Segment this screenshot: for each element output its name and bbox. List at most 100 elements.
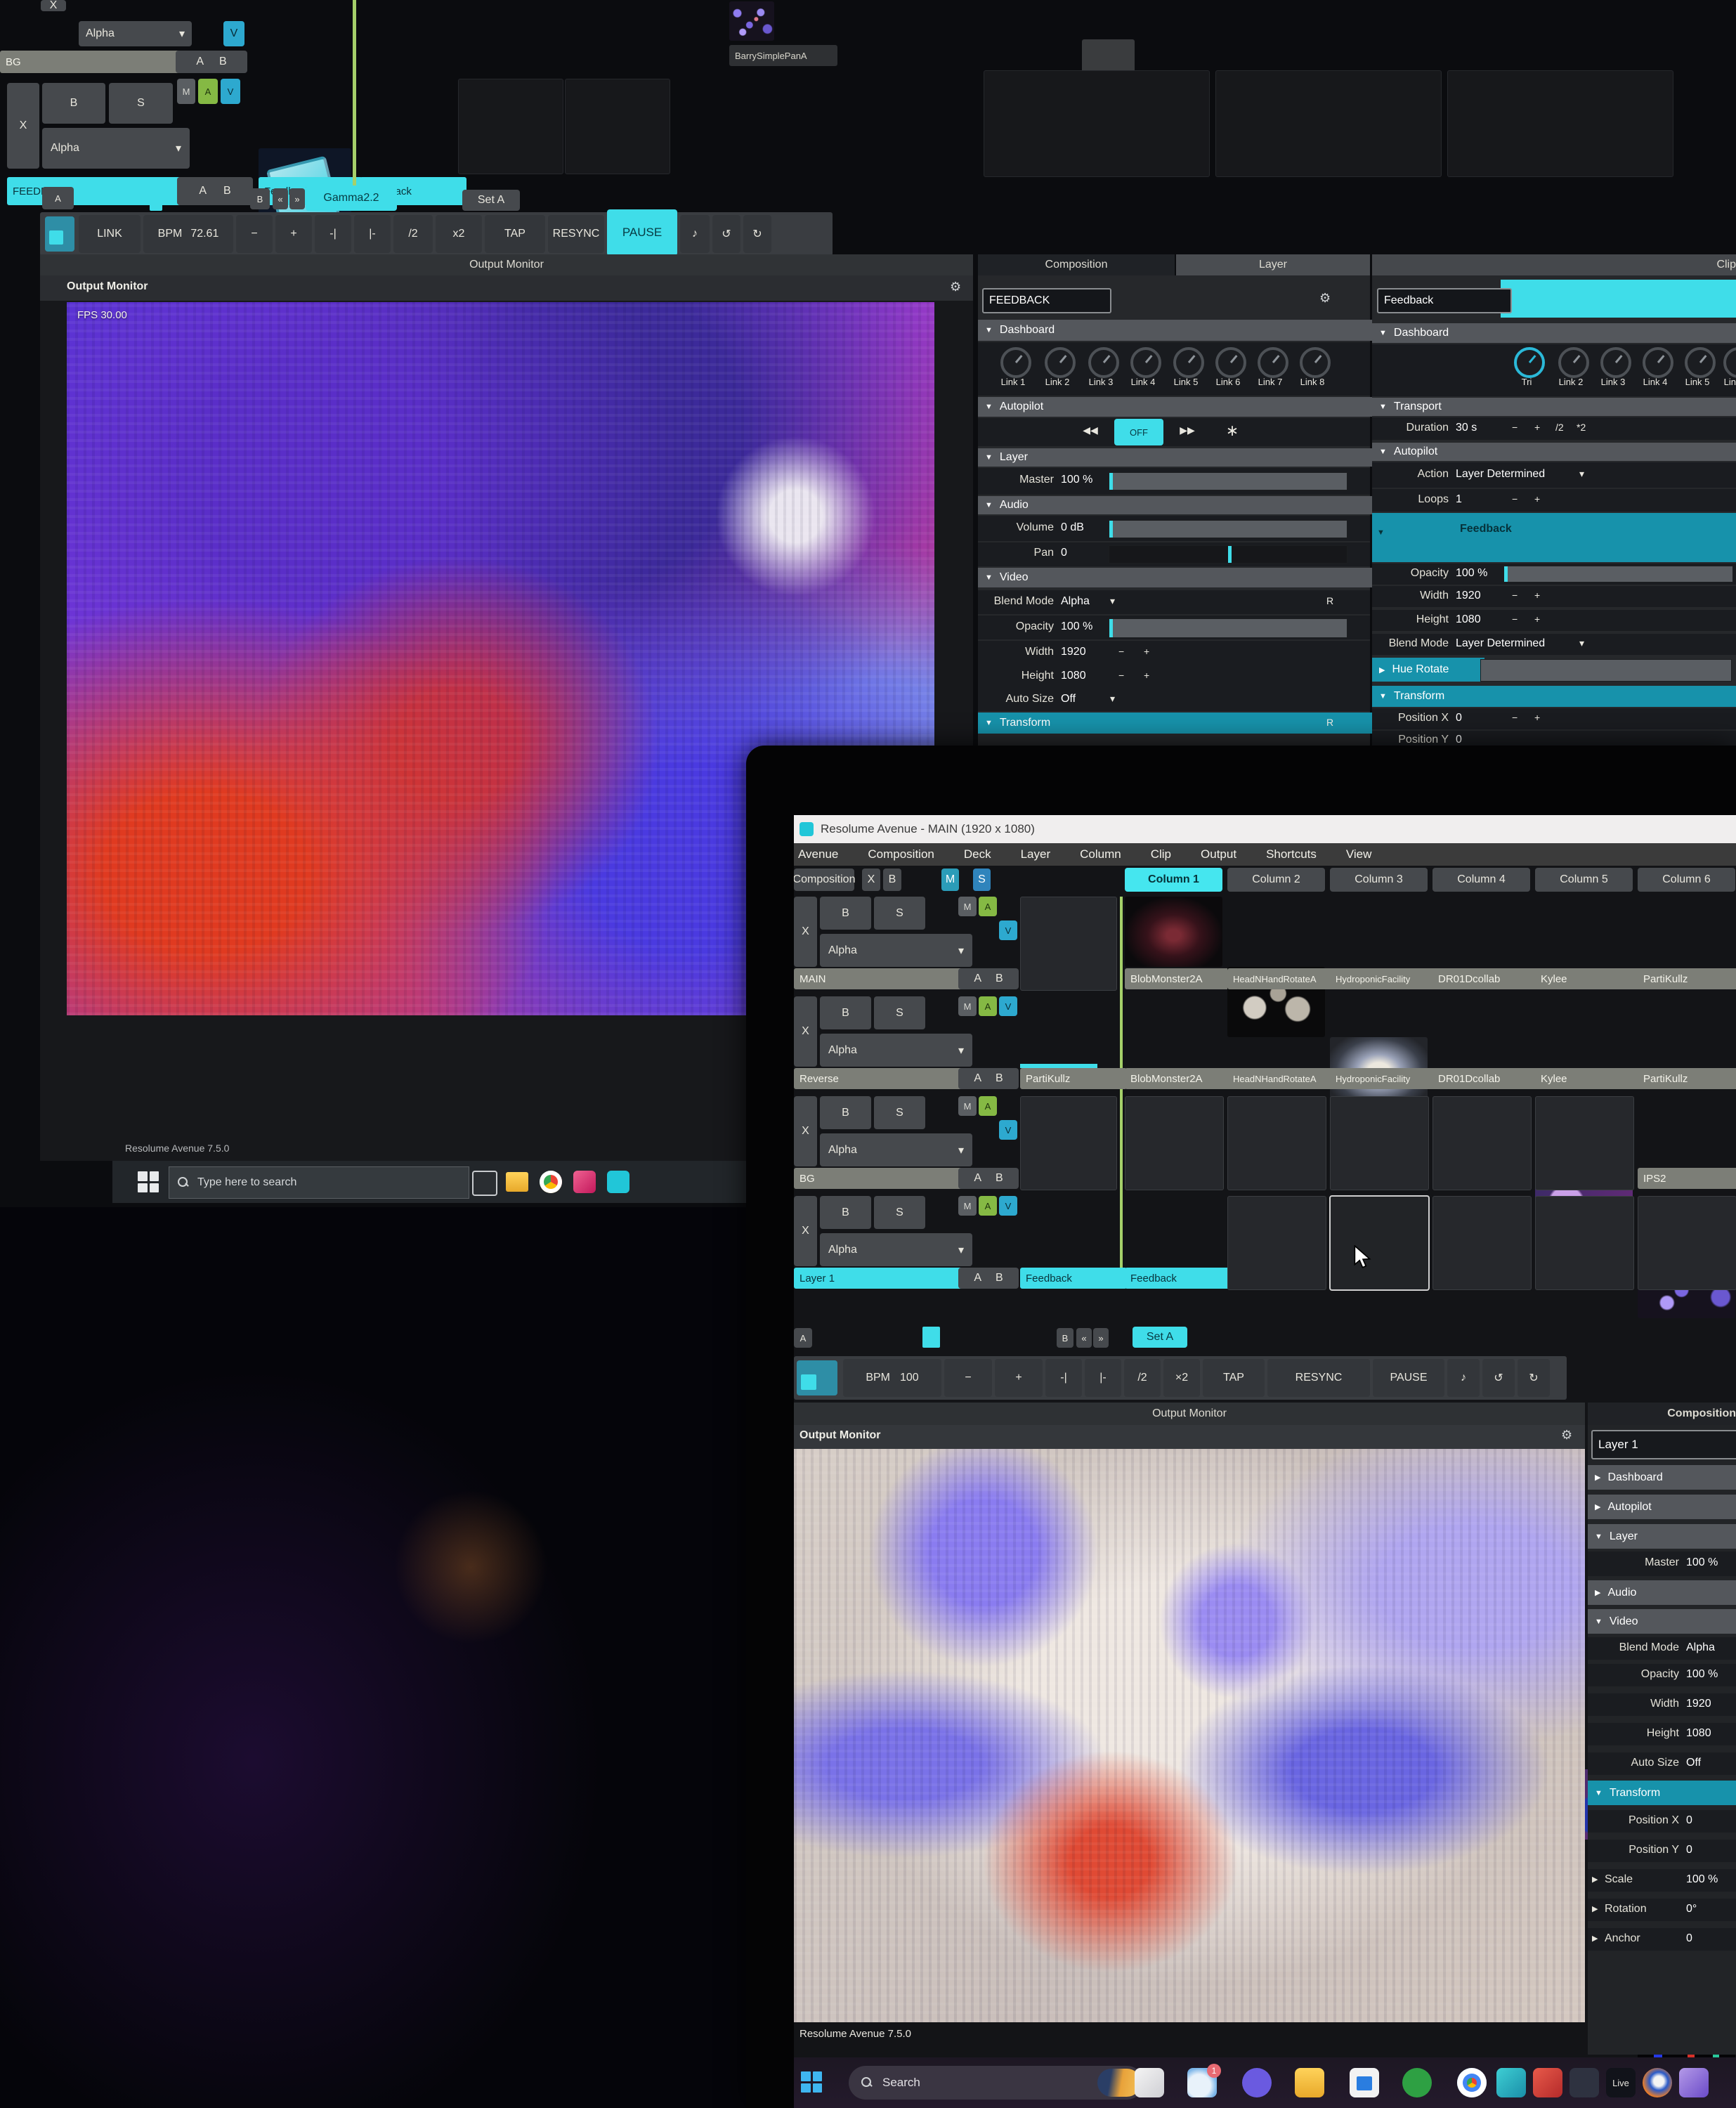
layer-clear-button[interactable]: X [7, 83, 39, 169]
crossfade-ab[interactable]: AB [958, 1068, 1019, 1089]
gear-icon[interactable]: ⚙ [1561, 1428, 1572, 1443]
weather-icon[interactable]: 1 [1187, 2068, 1217, 2097]
stepper-plus[interactable]: + [1534, 590, 1540, 601]
clip-label[interactable]: HydroponicFacility [1330, 968, 1439, 989]
pause-button[interactable]: PAUSE [607, 209, 677, 256]
section-dashboard[interactable]: ▼Dashboard [1372, 323, 1736, 343]
dashboard-knob[interactable] [1600, 347, 1631, 378]
bpm-half-button[interactable]: /2 [1124, 1359, 1161, 1397]
column-header-2[interactable]: Column 2 [1227, 868, 1325, 892]
taskbar-search-pill[interactable]: Search [849, 2066, 1144, 2100]
param-value[interactable]: 0 [1456, 712, 1462, 724]
autopilot-prev-icon[interactable]: ◀◀ [1075, 424, 1106, 436]
stepper-plus[interactable]: + [1534, 493, 1540, 505]
bypass-button[interactable]: B [820, 1196, 871, 1229]
crossfade-b[interactable]: B [219, 56, 227, 68]
empty-clip-cell[interactable] [1535, 1196, 1634, 1290]
dropdown-icon[interactable]: ▾ [1110, 595, 1115, 607]
empty-clip-cell[interactable] [1447, 70, 1673, 177]
ableton-live-icon[interactable]: Live [1606, 2068, 1636, 2097]
section-dashboard[interactable]: ▼Dashboard [978, 320, 1377, 341]
clip-label[interactable]: HeadNHandRotateA [1227, 1068, 1336, 1089]
layer-name-bg[interactable]: BG [794, 1168, 967, 1189]
section-autopilot[interactable]: ▶Autopilot [1588, 1495, 1736, 1519]
quantize-icon[interactable]: ♪ [680, 215, 710, 253]
clip-label-barrysimplepana[interactable]: BarrySimplePanA [729, 45, 837, 66]
start-button[interactable] [138, 1171, 159, 1192]
section-layer[interactable]: ▼Layer [1588, 1524, 1736, 1549]
quantize-icon[interactable]: ♪ [1447, 1359, 1480, 1397]
clip-label[interactable]: DR01Dcollab [1432, 968, 1541, 989]
nudge-forward-button[interactable]: |- [354, 215, 391, 253]
param-value[interactable]: 1080 [1456, 613, 1481, 626]
active-clip-label[interactable]: Feedback [1020, 1268, 1127, 1289]
param-value[interactable]: Off [1686, 1757, 1701, 1769]
layer-clear-button[interactable]: X [794, 897, 817, 967]
master-toggle[interactable]: M [958, 996, 977, 1016]
layer-name-layer1[interactable]: Layer 1 [794, 1268, 967, 1289]
param-value[interactable]: 1920 [1061, 646, 1086, 658]
stepper-minus[interactable]: − [1512, 613, 1518, 625]
pan-slider[interactable] [1109, 545, 1347, 564]
clip-label[interactable]: PartiKullz [1638, 968, 1736, 989]
param-value[interactable]: 0 [1686, 1814, 1692, 1827]
active-clip-slot-empty[interactable] [1020, 897, 1117, 991]
clip-label[interactable]: PartiKullz [1638, 1068, 1736, 1089]
metronome-button[interactable] [45, 216, 74, 252]
dashboard-knob[interactable] [1173, 347, 1204, 378]
bpm-double-button[interactable]: x2 [436, 215, 482, 253]
stepper-minus[interactable]: − [1512, 422, 1518, 433]
bypass-button[interactable]: B [820, 897, 871, 930]
stepper-minus[interactable]: − [1118, 670, 1124, 681]
clip-label[interactable]: BlobMonster2A [1125, 1068, 1234, 1089]
gear-icon[interactable]: ⚙ [950, 280, 961, 294]
layer-name-reverse[interactable]: Reverse [794, 1068, 967, 1089]
gamma-button[interactable]: Gamma2.2 [306, 186, 397, 211]
clip-label[interactable]: IPS2 [1638, 1168, 1736, 1189]
bpm-minus-button[interactable]: − [944, 1359, 992, 1397]
pause-button[interactable]: PAUSE [1373, 1359, 1444, 1397]
autopilot-random-icon[interactable]: ∗ [1220, 422, 1245, 440]
dashboard-knob[interactable] [1558, 347, 1589, 378]
empty-clip-cell[interactable] [458, 79, 563, 174]
layer-clear-button[interactable]: X [41, 0, 66, 11]
dashboard-knob[interactable] [1088, 347, 1119, 378]
audio-toggle[interactable]: A [198, 79, 218, 104]
metronome-button[interactable] [797, 1360, 837, 1395]
task-view-icon[interactable] [472, 1171, 497, 1196]
empty-clip-cell[interactable] [1215, 70, 1442, 177]
param-value[interactable]: 0 [1686, 1844, 1692, 1856]
alpha-blend-dropdown[interactable]: Alpha▾ [820, 1034, 972, 1067]
clip-label[interactable]: Kylee [1535, 968, 1644, 989]
alpha-blend-dropdown[interactable]: Alpha▾ [42, 128, 190, 169]
section-dashboard[interactable]: ▶Dashboard [1588, 1465, 1736, 1490]
dashboard-knob[interactable] [1000, 347, 1031, 378]
stepper-plus[interactable]: + [1534, 422, 1540, 433]
param-value[interactable]: 100 % [1061, 620, 1092, 633]
param-value[interactable]: 1 [1456, 493, 1462, 506]
param-value[interactable]: 1920 [1456, 590, 1481, 602]
bypass-button[interactable]: B [820, 996, 871, 1029]
crossfade-b[interactable]: B [996, 1272, 1003, 1284]
clip-label[interactable]: Kylee [1535, 1068, 1644, 1089]
crossfade-ab[interactable]: AB [958, 968, 1019, 989]
deck-b-button[interactable]: B [250, 188, 270, 209]
section-autopilot[interactable]: ▼Autopilot [1372, 443, 1736, 461]
crossfade-a[interactable]: A [974, 1172, 981, 1185]
resync-button[interactable]: RESYNC [1267, 1359, 1370, 1397]
gear-icon[interactable]: ⚙ [1319, 291, 1331, 306]
bpm-value[interactable]: 72.61 [190, 228, 218, 240]
dropdown-icon[interactable]: ▾ [1579, 637, 1584, 649]
column-header-6[interactable]: Column 6 [1638, 868, 1735, 892]
undo-icon[interactable]: ↺ [1482, 1359, 1515, 1397]
param-value[interactable]: 100 % [1686, 1668, 1718, 1681]
composition-master-button[interactable]: M [941, 868, 959, 891]
dashboard-knob[interactable] [1300, 347, 1331, 378]
crossfade-a[interactable]: A [974, 972, 981, 985]
bpm-field[interactable]: BPM72.61 [143, 215, 233, 253]
section-audio[interactable]: ▼Audio [978, 496, 1377, 514]
menu-deck[interactable]: Deck [964, 847, 991, 861]
composition-name-input[interactable]: FEEDBACK [982, 288, 1111, 313]
hue-rotate-slider[interactable] [1480, 659, 1732, 682]
chrome-icon[interactable] [540, 1171, 562, 1193]
